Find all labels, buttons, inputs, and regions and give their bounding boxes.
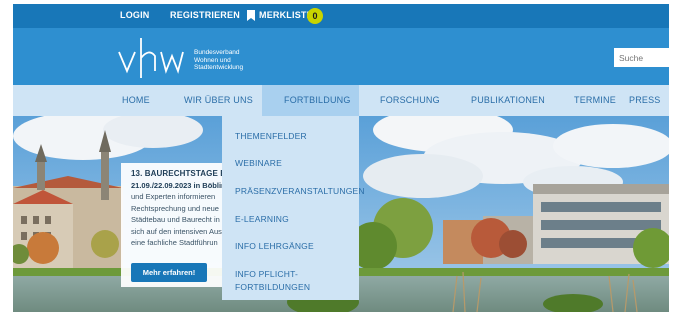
nav-item-fortbildung[interactable]: FORTBILDUNG — [262, 85, 359, 116]
dropdown-item-themenfelder[interactable]: THEMENFELDER — [235, 130, 307, 142]
browser-viewport: LOGIN REGISTRIEREN MERKLISTE 0 Bundesver… — [13, 4, 669, 312]
top-utility-bar: LOGIN REGISTRIEREN MERKLISTE 0 — [13, 4, 669, 28]
nav-item-forschung[interactable]: FORSCHUNG — [380, 85, 440, 116]
nav-item-about[interactable]: WIR ÜBER UNS — [184, 85, 253, 116]
logo-wordmark: Bundesverband Wohnen und Stadtentwicklun… — [194, 49, 243, 72]
dropdown-item-info-pflichtfortbildungen-line2[interactable]: FORTBILDUNGEN — [235, 281, 310, 293]
dropdown-item-info-pflichtfortbildungen[interactable]: INFO PFLICHT- — [235, 268, 298, 280]
site-header: Bundesverband Wohnen und Stadtentwicklun… — [13, 28, 669, 85]
fortbildung-dropdown-menu: THEMENFELDER WEBINARE PRÄSENZVERANSTALTU… — [222, 116, 365, 300]
watchlist-link[interactable]: MERKLISTE — [259, 10, 313, 20]
main-nav: HOME WIR ÜBER UNS FORTBILDUNG FORSCHUNG … — [13, 85, 669, 116]
more-info-button[interactable]: Mehr erfahren! — [131, 263, 207, 282]
search-input[interactable] — [614, 48, 669, 67]
logo-line: Bundesverband — [194, 49, 240, 56]
dropdown-item-webinare[interactable]: WEBINARE — [235, 157, 282, 169]
nav-item-publikationen[interactable]: PUBLIKATIONEN — [471, 85, 545, 116]
logo-line: Stadtentwicklung — [194, 64, 244, 71]
dropdown-item-e-learning[interactable]: E-LEARNING — [235, 213, 289, 225]
dropdown-item-info-lehrgaenge[interactable]: INFO LEHRGÄNGE — [235, 240, 314, 252]
dropdown-item-praesenzveranstaltungen[interactable]: PRÄSENZVERANSTALTUNGEN — [235, 185, 365, 197]
vhw-logo[interactable] — [115, 36, 195, 78]
register-link[interactable]: REGISTRIEREN — [170, 10, 240, 20]
login-link[interactable]: LOGIN — [120, 10, 150, 20]
nav-item-termine[interactable]: TERMINE — [574, 85, 616, 116]
nav-item-presse[interactable]: PRESS — [629, 85, 661, 116]
nav-item-home[interactable]: HOME — [122, 85, 150, 116]
bookmark-icon — [247, 10, 255, 21]
watchlist-count-badge: 0 — [307, 8, 323, 24]
logo-line: Wohnen und — [194, 56, 231, 64]
